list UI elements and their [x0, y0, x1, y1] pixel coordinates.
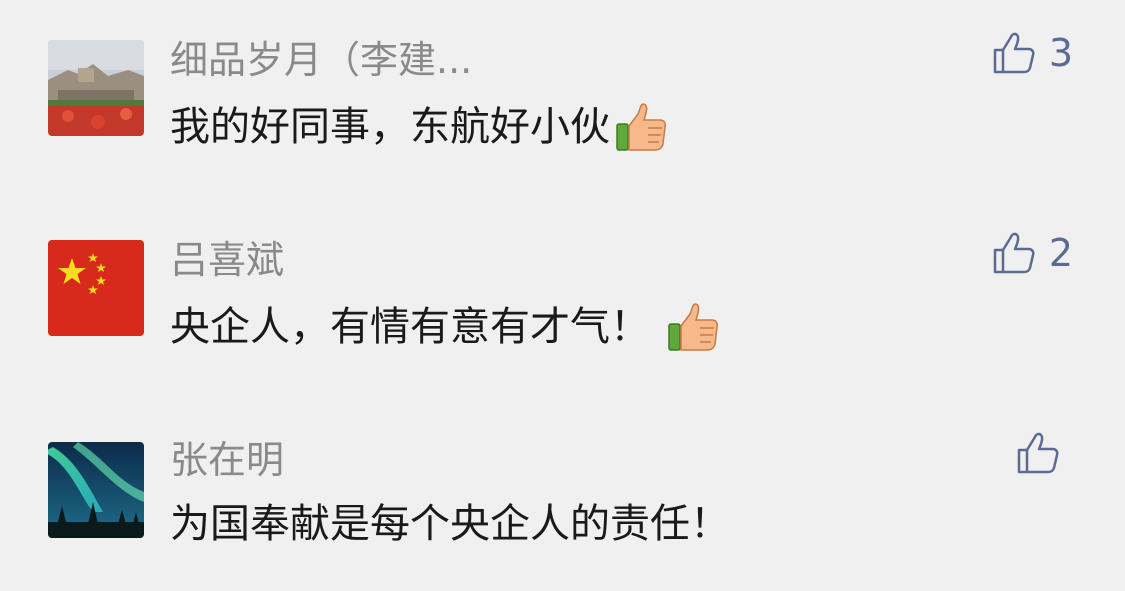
- comment-text: 我的好同事，东航好小伙: [170, 100, 668, 154]
- china-flag-avatar-image: [48, 240, 144, 336]
- comment-author[interactable]: 吕喜斌: [170, 238, 284, 282]
- aurora-avatar-image: [48, 442, 144, 538]
- like-button[interactable]: [1015, 430, 1073, 476]
- comment-item: 张在明 为国奉献是每个央企人的责任！: [0, 400, 1125, 570]
- comment-item: 吕喜斌 央企人，有情有意有才气！ 2: [0, 200, 1125, 370]
- thumbs-up-emoji-icon: [666, 300, 720, 354]
- thumbs-up-icon: [1017, 432, 1059, 474]
- thumbs-up-emoji-icon: [614, 100, 668, 154]
- comment-text-content: 央企人，有情有意有才气！: [170, 304, 650, 350]
- comment-author[interactable]: 细品岁月（李建...: [170, 38, 472, 82]
- landscape-avatar-image: [48, 40, 144, 136]
- comment-item: 细品岁月（李建... 我的好同事，东航好小伙 3: [0, 0, 1125, 170]
- like-count: 2: [1048, 231, 1073, 275]
- like-button[interactable]: 2: [991, 230, 1073, 276]
- thumbs-up-icon: [993, 232, 1035, 274]
- like-count: 3: [1048, 31, 1073, 75]
- thumbs-up-icon: [993, 32, 1035, 74]
- comment-text: 为国奉献是每个央企人的责任！: [170, 500, 730, 548]
- comment-author[interactable]: 张在明: [170, 438, 284, 482]
- comment-text-content: 为国奉献是每个央企人的责任！: [170, 501, 730, 547]
- avatar[interactable]: [48, 240, 144, 336]
- comment-text-content: 我的好同事，东航好小伙: [170, 104, 610, 150]
- like-button[interactable]: 3: [991, 30, 1073, 76]
- comment-text: 央企人，有情有意有才气！: [170, 300, 720, 354]
- avatar[interactable]: [48, 40, 144, 136]
- avatar[interactable]: [48, 442, 144, 538]
